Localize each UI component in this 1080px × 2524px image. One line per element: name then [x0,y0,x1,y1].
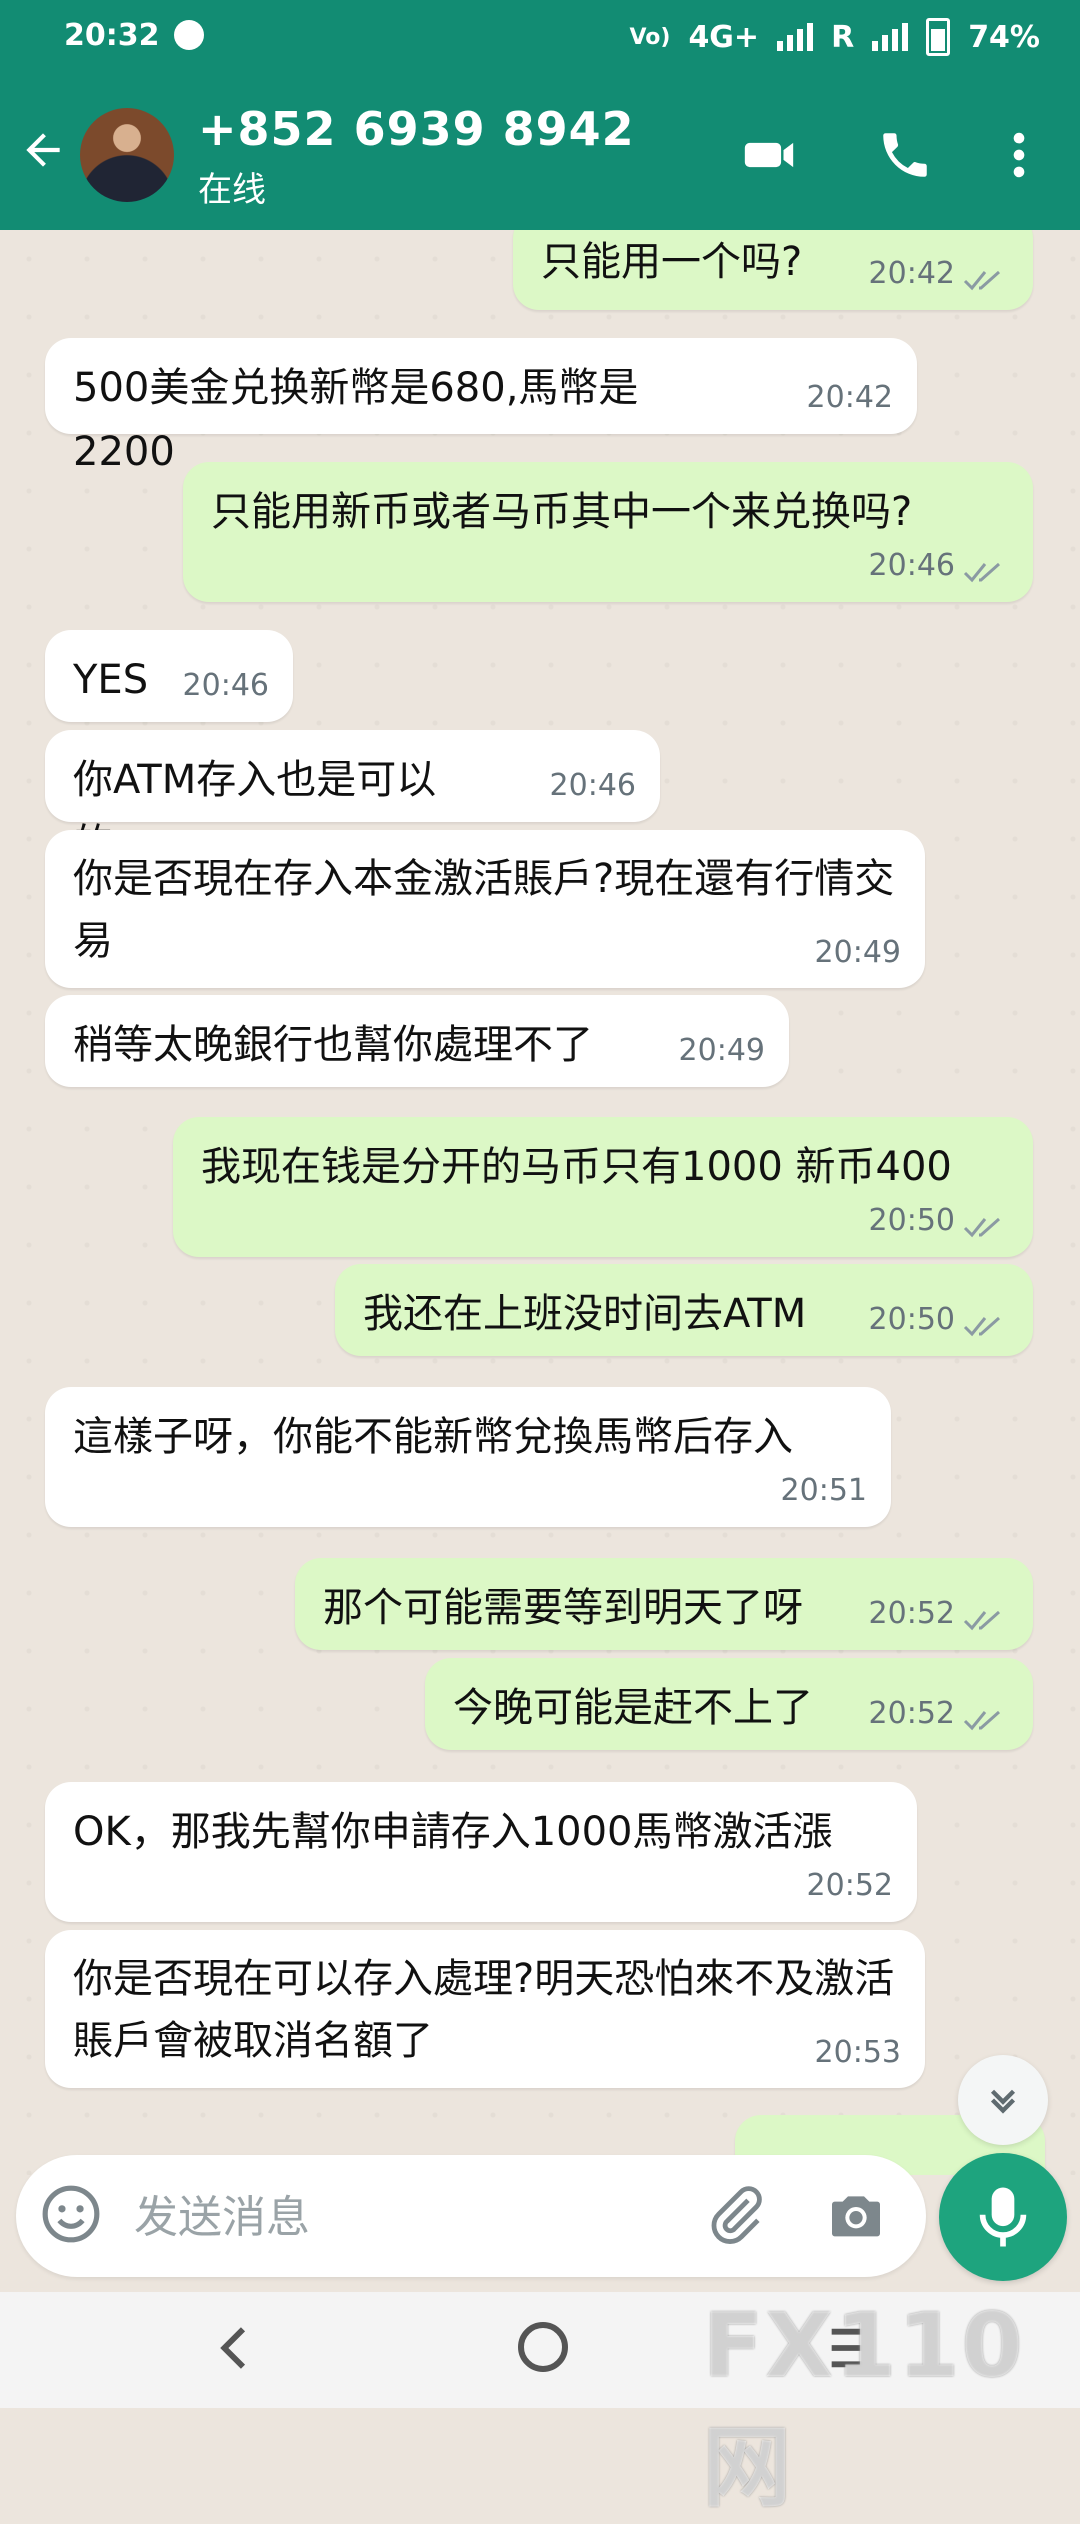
emoji-icon[interactable] [40,2183,102,2245]
message-bubble[interactable]: 你是否現在可以存入處理?明天恐怕來不及激活賬戶會被取消名額了 20:53 [45,1930,925,2088]
watermark: FX110网 [703,2294,1025,2519]
message-bubble[interactable]: 你ATM存入也是可以的 20:46 [45,730,660,867]
app-header: 20:32 Vo) 4G+ R 74% +852 6939 8942 在线 [0,0,1080,230]
message-bubble[interactable]: 500美金兑换新幣是680,馬幣是2200 20:42 [45,338,917,475]
message-time: 20:50 [868,1203,955,1238]
nav-home-icon[interactable] [518,2322,568,2372]
double-check-icon [963,270,1000,291]
message-text: 稍等太晚銀行也幫你處理不了 [73,1022,593,1068]
message-bubble[interactable]: 只能用一个吗? 20:42 [513,230,1033,310]
volte-icon: Vo) [629,24,671,50]
chat-header: +852 6939 8942 在线 [0,100,1080,210]
message-time: 20:42 [806,380,893,415]
message-time: 20:50 [868,1302,955,1337]
back-arrow-icon[interactable] [18,125,68,175]
message-text: 你是否現在可以存入處理?明天恐怕來不及激活賬戶會被取消名額了 [73,1956,895,2064]
status-bar: 20:32 Vo) 4G+ R 74% [64,18,1040,68]
contact-name[interactable]: +852 6939 8942 [198,102,635,156]
status-icons: Vo) 4G+ R 74% [629,18,1040,56]
message-time: 20:46 [549,768,636,803]
message-bubble[interactable]: 今晚可能是赶不上了 20:52 [425,1658,1033,1750]
nav-back-icon[interactable] [208,2320,264,2376]
message-bubble[interactable]: 我还在上班没时间去ATM 20:50 [335,1264,1033,1356]
roaming-label: R [831,19,855,55]
avatar[interactable] [80,108,174,202]
message-time: 20:53 [814,2034,901,2070]
message-text: 你是否現在存入本金激活賬戶?現在還有行情交易 [73,856,895,964]
message-time: 20:51 [780,1473,867,1508]
message-bubble[interactable]: YES 20:46 [45,630,293,722]
message-text: 這樣子呀，你能不能新幣兌換馬幣后存入 [73,1414,793,1460]
message-text: 只能用新币或者马币其中一个来兑换吗? [211,489,913,535]
message-composer[interactable]: 发送消息 [16,2155,926,2277]
message-bubble[interactable]: 那个可能需要等到明天了呀 20:52 [295,1558,1033,1650]
message-time: 20:46 [182,668,269,703]
status-time: 20:32 [64,18,160,53]
message-bubble[interactable]: 這樣子呀，你能不能新幣兌換馬幣后存入 20:51 [45,1387,891,1527]
message-bubble[interactable]: 稍等太晚銀行也幫你處理不了 20:49 [45,995,789,1087]
message-bubble[interactable]: 你是否現在存入本金激活賬戶?現在還有行情交易 20:49 [45,830,925,988]
chevron-down-icon [990,2089,1016,2114]
network-label: 4G+ [688,19,760,55]
mic-button[interactable] [939,2153,1067,2281]
signal-icon [777,23,814,51]
message-list[interactable]: 只能用一个吗? 20:42 500美金兑换新幣是680,馬幣是2200 20:4… [0,230,1080,2175]
message-bubble[interactable]: 只能用新币或者马币其中一个来兑换吗? 20:46 [183,462,1033,602]
presence-status: 在线 [198,170,266,210]
message-bubble[interactable]: 我现在钱是分开的马币只有1000 新币400 20:50 [173,1117,1033,1257]
message-text: 我现在钱是分开的马币只有1000 新币400 [201,1144,952,1190]
message-bubble[interactable]: OK，那我先幫你申請存入1000馬幣激活漲 20:52 [45,1782,917,1922]
double-check-icon [963,1610,1000,1631]
message-input[interactable]: 发送消息 [134,2181,310,2245]
attach-icon[interactable] [704,2183,768,2247]
mic-icon [979,2187,1027,2247]
message-time: 20:52 [868,1696,955,1731]
camera-icon[interactable] [824,2183,888,2247]
more-vert-icon[interactable] [990,126,1048,184]
double-check-icon [963,1710,1000,1731]
signal-roaming-icon [872,23,909,51]
message-time: 20:42 [868,256,955,291]
message-time: 20:52 [868,1596,955,1631]
video-call-icon[interactable] [740,126,798,184]
message-time: 20:49 [678,1033,765,1068]
scroll-to-bottom-button[interactable] [958,2055,1048,2145]
message-time: 20:46 [868,548,955,583]
double-check-icon [963,1316,1000,1337]
app-notification-icon [174,20,204,50]
battery-percent: 74% [968,19,1040,55]
double-check-icon [963,1217,1000,1238]
battery-icon [926,18,951,56]
message-time: 20:49 [814,934,901,970]
phone-icon[interactable] [876,126,934,184]
message-time: 20:52 [806,1868,893,1903]
double-check-icon [963,562,1000,583]
message-text: OK，那我先幫你申請存入1000馬幣激活漲 [73,1809,833,1855]
